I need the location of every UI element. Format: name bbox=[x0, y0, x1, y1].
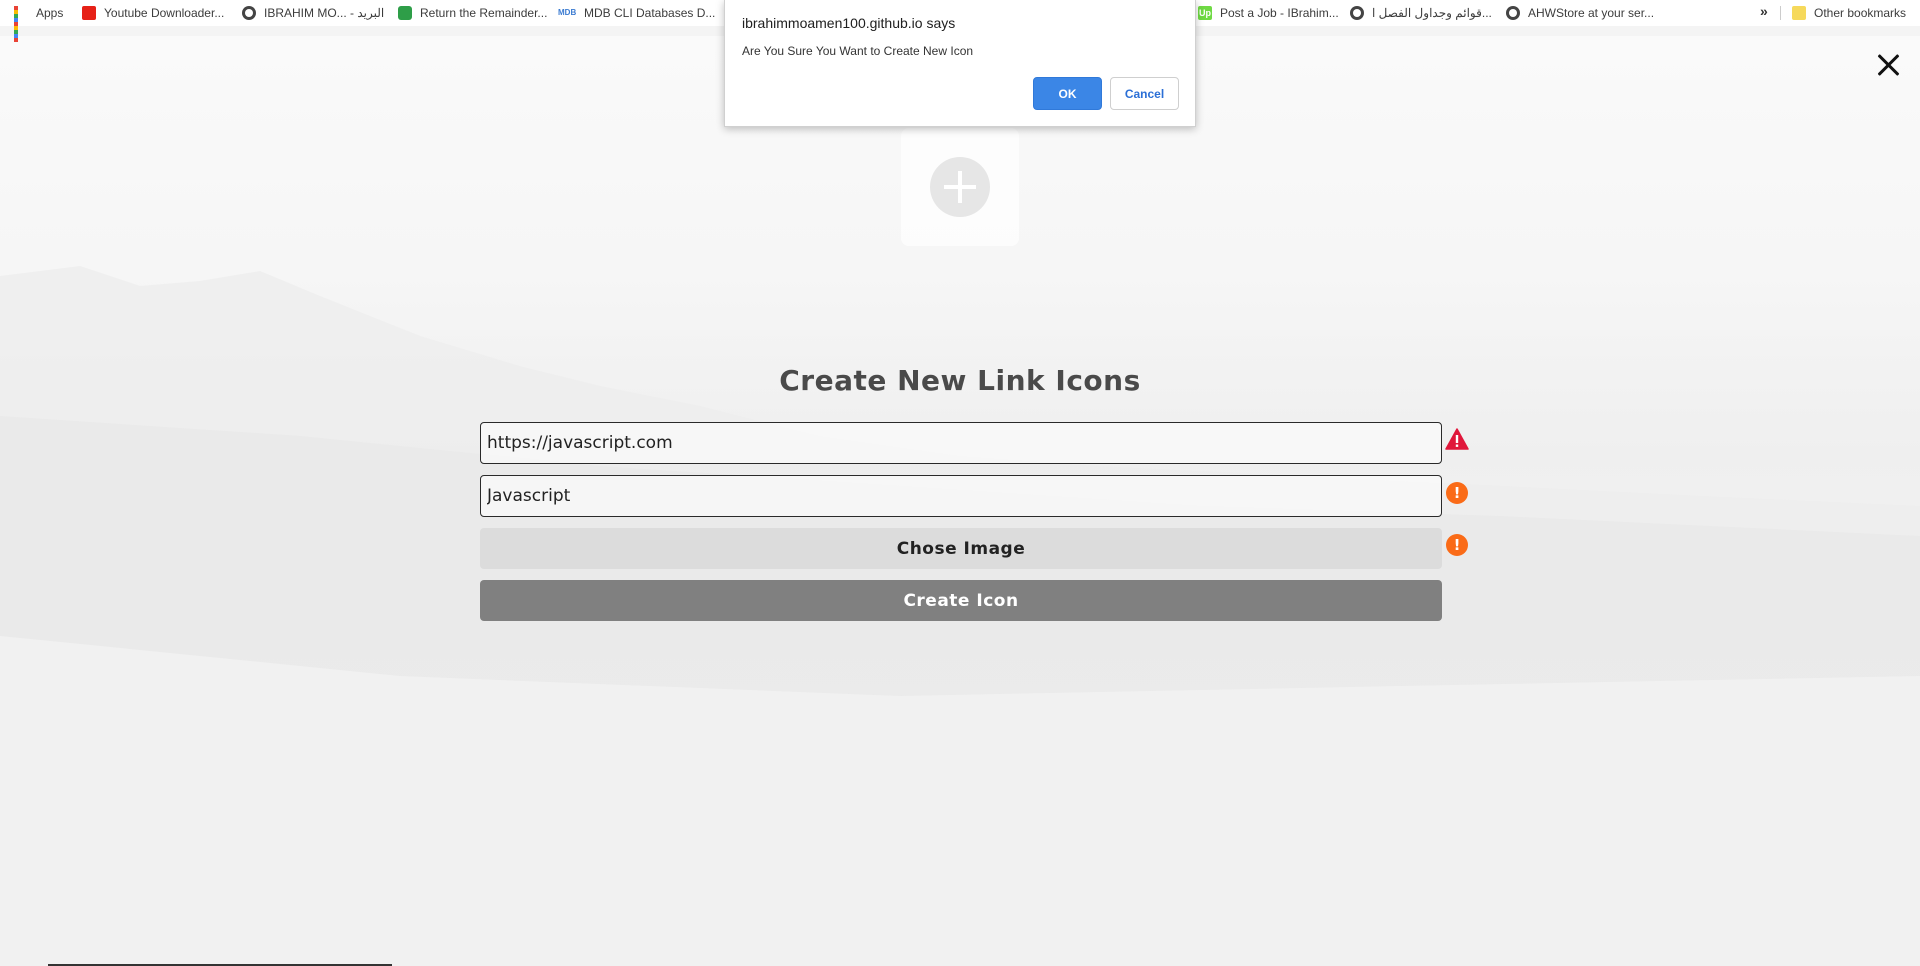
bookmark-label: قوائم وجداول الفصل ا... bbox=[1372, 6, 1492, 20]
globe-icon bbox=[1506, 6, 1520, 20]
bookmark-label: Post a Job - IBrahim... bbox=[1220, 6, 1339, 20]
bookmark-return-remainder[interactable]: Return the Remainder... bbox=[398, 0, 547, 26]
warning-circle-icon: ! bbox=[1446, 534, 1468, 556]
bookmark-label: MDB CLI Databases D... bbox=[584, 6, 716, 20]
bookmark-label: Youtube Downloader... bbox=[104, 6, 225, 20]
warning-triangle-icon bbox=[1445, 428, 1469, 450]
upwork-icon: Up bbox=[1198, 6, 1212, 20]
bookmark-ibrahim-mail[interactable]: IBRAHIM MO... - البريد bbox=[242, 0, 384, 26]
form-title: Create New Link Icons bbox=[779, 364, 1141, 397]
url-input[interactable] bbox=[480, 422, 1442, 464]
apps-grid-icon bbox=[14, 6, 28, 42]
bookmark-post-job[interactable]: Up Post a Job - IBrahim... bbox=[1198, 0, 1339, 26]
name-input[interactable] bbox=[480, 475, 1442, 517]
plus-icon bbox=[930, 157, 990, 217]
create-icon-button[interactable]: Create Icon bbox=[480, 580, 1442, 621]
cancel-button[interactable]: Cancel bbox=[1110, 77, 1179, 110]
bookmarks-divider bbox=[1780, 6, 1781, 20]
dialog-title: ibrahimmoamen100.github.io says bbox=[742, 15, 956, 31]
add-icon-tile[interactable] bbox=[901, 128, 1019, 246]
folder-icon bbox=[1792, 6, 1806, 20]
bookmark-label: Apps bbox=[36, 6, 64, 20]
globe-icon bbox=[1350, 6, 1364, 20]
warning-circle-icon: ! bbox=[1446, 482, 1468, 504]
alert-dialog: ibrahimmoamen100.github.io says Are You … bbox=[724, 0, 1196, 127]
close-icon[interactable] bbox=[1872, 48, 1906, 82]
bookmark-apps[interactable]: Apps bbox=[14, 0, 64, 42]
bookmark-youtube-downloader[interactable]: Youtube Downloader... bbox=[82, 0, 224, 26]
mdb-icon: MDB bbox=[558, 8, 577, 17]
bookmark-mdb-cli[interactable]: MDB MDB CLI Databases D... bbox=[558, 0, 715, 26]
globe-icon bbox=[242, 6, 256, 20]
bookmark-other-bookmarks[interactable]: Other bookmarks bbox=[1792, 0, 1906, 26]
bookmark-label: Other bookmarks bbox=[1814, 6, 1907, 20]
bookmark-arabic-lists[interactable]: قوائم وجداول الفصل ا... bbox=[1350, 0, 1492, 26]
bookmark-label: Return the Remainder... bbox=[420, 6, 548, 20]
green-app-icon bbox=[398, 6, 412, 20]
more-bookmarks-chevron-icon[interactable]: » bbox=[1760, 3, 1768, 19]
youtube-icon bbox=[82, 6, 96, 20]
choose-image-button[interactable]: Chose Image bbox=[480, 528, 1442, 569]
bookmark-ahwstore[interactable]: AHWStore at your ser... bbox=[1506, 0, 1654, 26]
bookmark-label: IBRAHIM MO... - البريد bbox=[264, 6, 385, 20]
dialog-message: Are You Sure You Want to Create New Icon bbox=[742, 44, 974, 58]
ok-button[interactable]: OK bbox=[1033, 77, 1102, 110]
bookmark-label: AHWStore at your ser... bbox=[1528, 6, 1655, 20]
